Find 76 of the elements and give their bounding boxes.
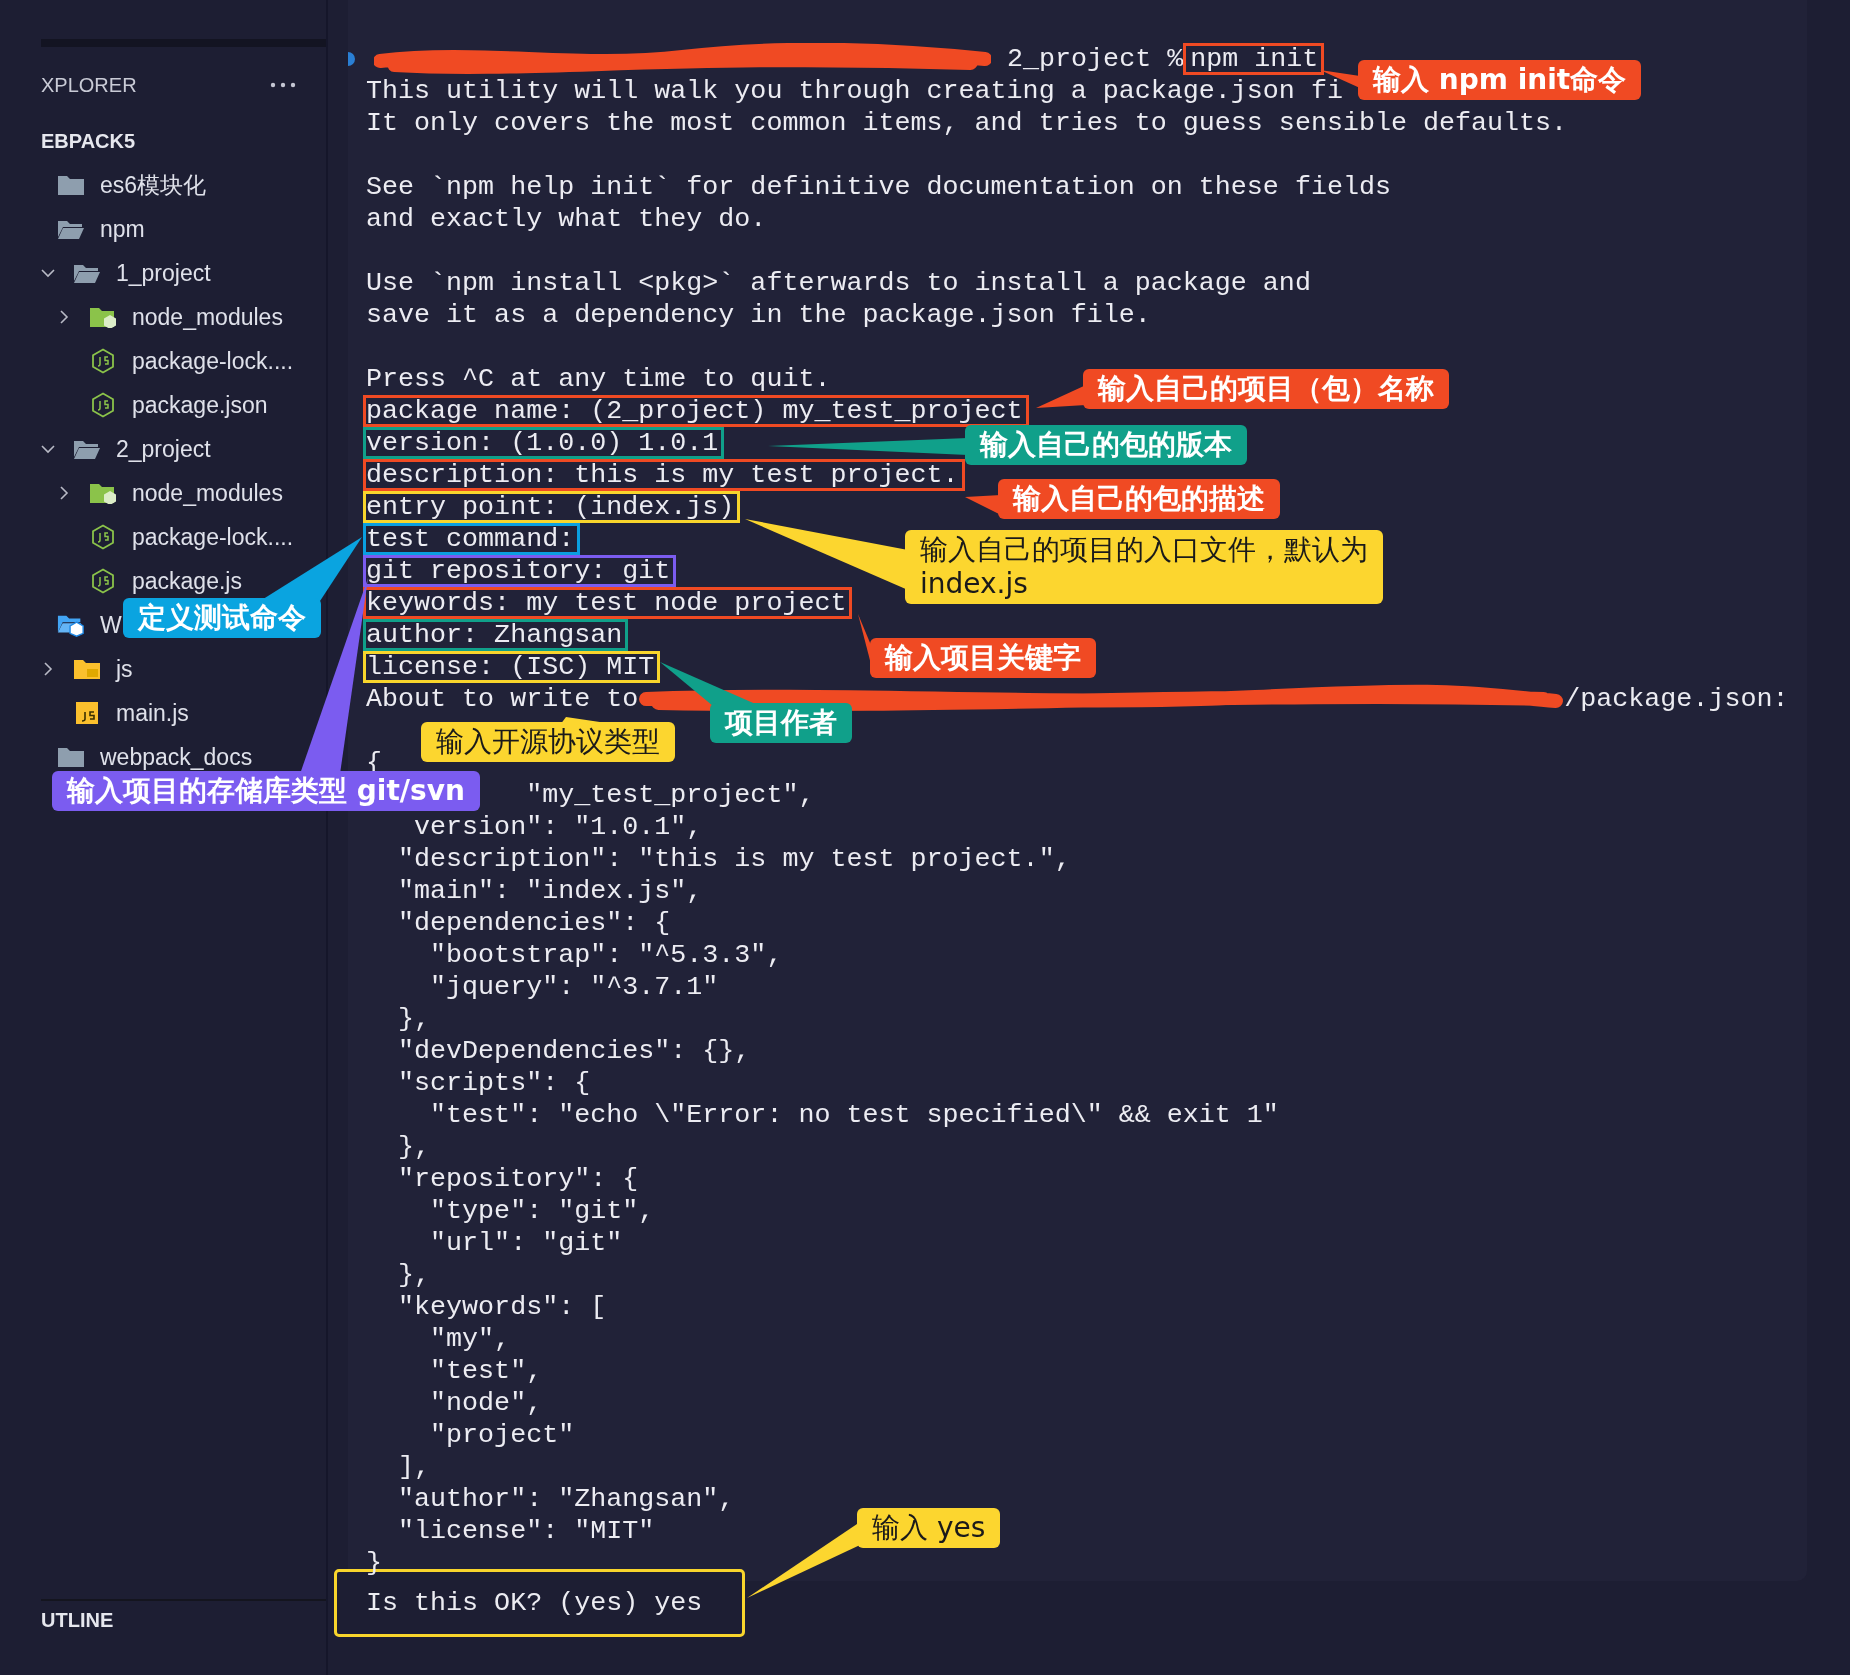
prompt-answer: license: (ISC) MIT <box>363 651 661 683</box>
explorer-title: XPLORER <box>41 73 137 97</box>
terminal-line: and exactly what they do. <box>366 204 767 234</box>
folder-icon <box>73 658 101 680</box>
terminal-line: "test": "echo \"Error: no test specified\" && exit 1" <box>430 1100 1279 1130</box>
terminal-line: ], <box>398 1452 431 1482</box>
terminal-line: "repository": { <box>398 1164 639 1194</box>
hexagon-file-icon <box>91 348 115 374</box>
prompt-answer: description: this is my test project. <box>363 459 965 491</box>
prompt-answer: author: Zhangsan <box>363 619 629 651</box>
terminal-line: "jquery": "^3.7.1" <box>430 972 719 1002</box>
terminal-line: "bootstrap": "^5.3.3", <box>430 940 783 970</box>
callout-label: 定义测试命令 <box>123 598 321 638</box>
folder-name[interactable]: node_modules <box>132 479 283 507</box>
folder-name[interactable]: 1_project <box>116 259 211 287</box>
terminal-line: "dependencies": { <box>398 908 671 938</box>
callout-label: 输入 yes <box>857 1508 1001 1548</box>
terminal-line: This utility will walk you through creating a package.json fi <box>366 76 1343 106</box>
terminal-line: It only covers the most common items, and tries to guess sensible defaults. <box>366 108 1568 138</box>
callout-label: 输入自己的包的版本 <box>965 425 1247 465</box>
terminal-line: version": "1.0.1", <box>414 812 703 842</box>
terminal-line: "author": "Zhangsan", <box>398 1484 735 1514</box>
folder-name[interactable]: es6模块化 <box>100 169 207 201</box>
terminal-line: "description": "this is my test project.", <box>398 844 1071 874</box>
prompt-answer: test command: <box>363 523 581 555</box>
terminal-line: "my", <box>430 1324 511 1354</box>
prompt-answer: version: (1.0.0) 1.0.1 <box>363 427 725 459</box>
folder-name[interactable]: webpack_docs <box>100 743 253 771</box>
terminal-line: Press ^C at any time to quit. <box>366 364 831 394</box>
terminal-line: Use `npm install <pkg>` afterwards to install a package and <box>366 268 1311 298</box>
terminal-line: "devDependencies": {}, <box>398 1036 751 1066</box>
terminal-line: }, <box>398 1004 431 1034</box>
terminal-line: "type": "git", <box>430 1196 655 1226</box>
callout-label: 输入 npm init命令 <box>1358 60 1642 100</box>
terminal-line: "main": "index.js", <box>398 876 703 906</box>
terminal-line: "test", <box>430 1356 543 1386</box>
file-name[interactable]: package.json <box>132 391 268 419</box>
callout-label: 项目作者 <box>710 703 852 743</box>
prompt-answer: git repository: git <box>363 555 677 587</box>
terminal-line: }, <box>398 1132 431 1162</box>
folder-name[interactable]: node_modules <box>132 303 283 331</box>
command-text: npm init <box>1183 43 1325 75</box>
prompt-answer: keywords: my test node project <box>363 587 853 619</box>
folder-icon <box>89 306 117 328</box>
terminal-line: "keywords": [ <box>398 1292 607 1322</box>
terminal-line: }, <box>398 1260 431 1290</box>
outline-title[interactable]: UTLINE <box>41 1599 326 1675</box>
file-name[interactable]: main.js <box>116 699 189 727</box>
terminal-line: "license": "MIT" <box>398 1516 655 1546</box>
file-name[interactable]: package.js <box>132 567 242 595</box>
workspace-title: EBPACK5 <box>40 129 137 154</box>
folder-name[interactable]: W <box>100 611 122 639</box>
prompt-answer: package name: (2_project) my_test_project <box>363 395 1029 427</box>
js-file-icon <box>75 701 99 725</box>
prompt-text: 2_project % <box>1007 44 1184 74</box>
more-icon[interactable] <box>270 82 296 88</box>
terminal-line: /package.json: <box>1564 684 1789 714</box>
file-name[interactable]: package-lock.... <box>132 523 294 551</box>
callout-label: 输入项目的存储库类型 git/svn <box>52 771 480 811</box>
prompt-answer: entry point: (index.js) <box>363 491 741 523</box>
terminal-line: About to write to <box>366 684 639 714</box>
terminal-line: save it as a dependency in the package.json file. <box>366 300 1151 330</box>
folder-name[interactable]: js <box>116 655 133 683</box>
file-name[interactable]: package-lock.... <box>132 347 294 375</box>
terminal-line: "url": "git" <box>430 1228 623 1258</box>
terminal-line: "project" <box>430 1420 575 1450</box>
terminal-line: "my_test_project", <box>526 780 815 810</box>
terminal-line: See `npm help init` for definitive documentation on these fields <box>366 172 1391 202</box>
folder-name[interactable]: 2_project <box>116 435 211 463</box>
hexagon-file-icon <box>91 392 115 418</box>
hexagon-file-icon <box>91 568 115 594</box>
hexagon-file-icon <box>91 524 115 550</box>
folder-name[interactable]: npm <box>100 215 145 243</box>
terminal-line: "node", <box>430 1388 543 1418</box>
folder-icon <box>89 482 117 504</box>
terminal-line: "scripts": { <box>398 1068 591 1098</box>
